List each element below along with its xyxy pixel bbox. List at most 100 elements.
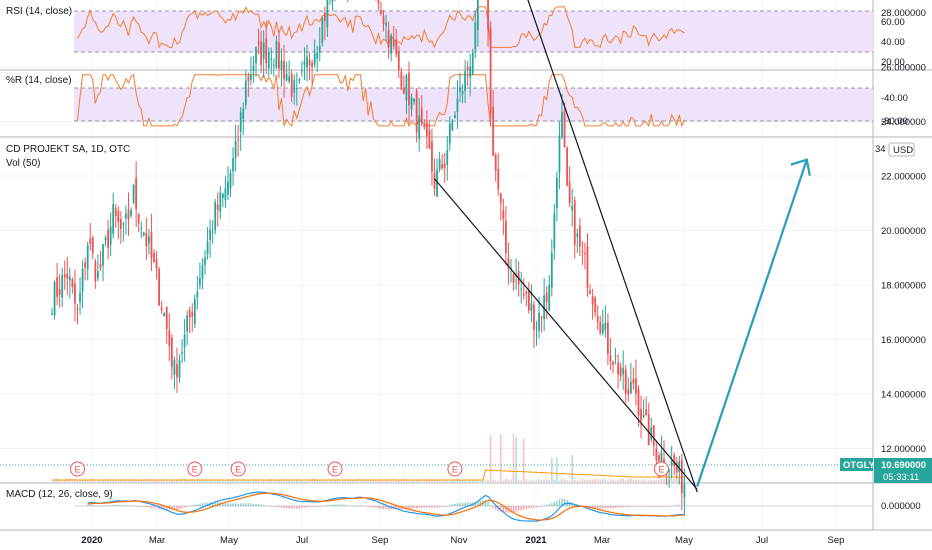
volume-title: Vol (50) <box>6 158 40 169</box>
volume-bar <box>400 480 403 482</box>
macd-hist-bar <box>138 506 140 507</box>
volume-bar <box>551 457 553 482</box>
macd-hist-bar <box>288 506 290 509</box>
macd-hist-bar <box>115 504 117 506</box>
candle-body <box>163 313 166 317</box>
macd-hist-bar <box>127 505 130 507</box>
macd-hist-bar <box>520 506 522 511</box>
candle-body <box>135 177 138 209</box>
volume-bar <box>581 478 584 482</box>
macd-hist-bar <box>676 505 678 506</box>
macd-hist-bar <box>283 506 285 509</box>
macd-hist-bar <box>640 506 642 507</box>
macd-hist-bar <box>181 506 183 509</box>
volume-bar <box>535 480 538 482</box>
candle-body <box>112 204 115 234</box>
macd-hist-bar <box>143 506 145 507</box>
price-tick-label: 20.000000 <box>881 226 926 237</box>
candle-body <box>252 66 255 71</box>
macd-hist-bar <box>250 503 252 506</box>
macd-hist-bar <box>660 506 663 507</box>
candle-body <box>132 184 135 203</box>
candle-body <box>86 245 89 270</box>
time-tick-label: May <box>220 535 238 546</box>
candle-body <box>563 111 566 148</box>
volume-bar <box>497 480 500 482</box>
volume-bar <box>507 479 510 482</box>
macd-hist-bar <box>99 505 102 507</box>
macd-hist-bar <box>120 505 122 506</box>
volume-bar <box>219 480 222 482</box>
macd-hist-bar <box>487 502 489 506</box>
macd-hist-bar <box>270 506 272 507</box>
volume-bar <box>408 480 410 482</box>
macd-hist-bar <box>329 504 331 506</box>
williams-r-band <box>74 88 873 121</box>
macd-hist-bar <box>599 506 601 509</box>
volume-bar <box>642 479 645 482</box>
candle-body <box>530 303 533 311</box>
macd-hist-bar <box>237 503 239 506</box>
macd-hist-bar <box>349 505 352 507</box>
macd-hist-bar <box>597 506 599 509</box>
candle-body <box>63 274 66 278</box>
macd-hist-bar <box>446 505 448 507</box>
candle-body <box>224 188 227 201</box>
candle-body <box>459 87 461 92</box>
macd-hist-bar <box>313 506 316 507</box>
macd-hist-bar <box>196 504 199 506</box>
volume-bar <box>362 480 364 482</box>
candle-body <box>464 71 466 91</box>
time-tick-label: Mar <box>149 535 165 546</box>
macd-hist-bar <box>454 503 456 506</box>
macd-hist-bar <box>614 506 617 508</box>
macd-hist-bar <box>186 506 188 507</box>
candle-body <box>94 261 97 282</box>
candle-body <box>107 230 109 249</box>
volume-bar <box>558 480 561 482</box>
symbol-title: CD PROJEKT SA, 1D, OTC <box>6 144 130 155</box>
last-price-value: 10.690000 <box>881 460 926 471</box>
volume-bar <box>132 480 135 482</box>
volume-bar <box>232 479 234 482</box>
volume-bar <box>589 479 591 482</box>
candle-body <box>561 111 563 137</box>
candle-body <box>285 73 288 81</box>
currency-label[interactable]: USD <box>893 145 913 156</box>
macd-hist-bar <box>655 506 658 507</box>
candle-body <box>405 75 408 101</box>
macd-hist-bar <box>191 505 193 506</box>
volume-bar <box>510 479 512 482</box>
earnings-marker-label: E <box>452 465 458 475</box>
time-tick-label: 2020 <box>81 535 102 546</box>
candle-body <box>68 276 71 281</box>
macd-hist-bar <box>438 506 441 508</box>
candle-body <box>387 30 390 48</box>
macd-hist-bar <box>492 506 494 508</box>
macd-hist-bar <box>176 506 178 510</box>
tradingview-chart[interactable]: RSI (14, close) 60.00 40.00 20.00 %R (14… <box>0 0 932 550</box>
candle-body <box>380 9 382 14</box>
candle-body <box>290 73 293 97</box>
candle-body <box>270 58 273 60</box>
macd-hist-bar <box>234 503 237 506</box>
candle-body <box>627 389 630 395</box>
macd-hist-bar <box>296 506 298 509</box>
candle-body <box>117 210 120 223</box>
macd-hist-bar <box>252 503 255 506</box>
macd-hist-bar <box>280 506 283 508</box>
candle-body <box>660 452 663 462</box>
candle-body <box>173 359 176 375</box>
candle-body <box>377 0 380 4</box>
volume-bar <box>653 480 655 482</box>
candle-body <box>550 252 553 288</box>
macd-hist-bar <box>637 506 640 507</box>
macd-hist-bar <box>104 505 107 506</box>
macd-hist-bar <box>663 506 665 507</box>
candle-body <box>211 231 214 233</box>
volume-bar <box>321 480 324 482</box>
macd-hist-bar <box>441 506 443 507</box>
volume-bar <box>329 480 331 482</box>
macd-hist-bar <box>321 505 323 507</box>
macd-hist-bar <box>94 505 97 507</box>
